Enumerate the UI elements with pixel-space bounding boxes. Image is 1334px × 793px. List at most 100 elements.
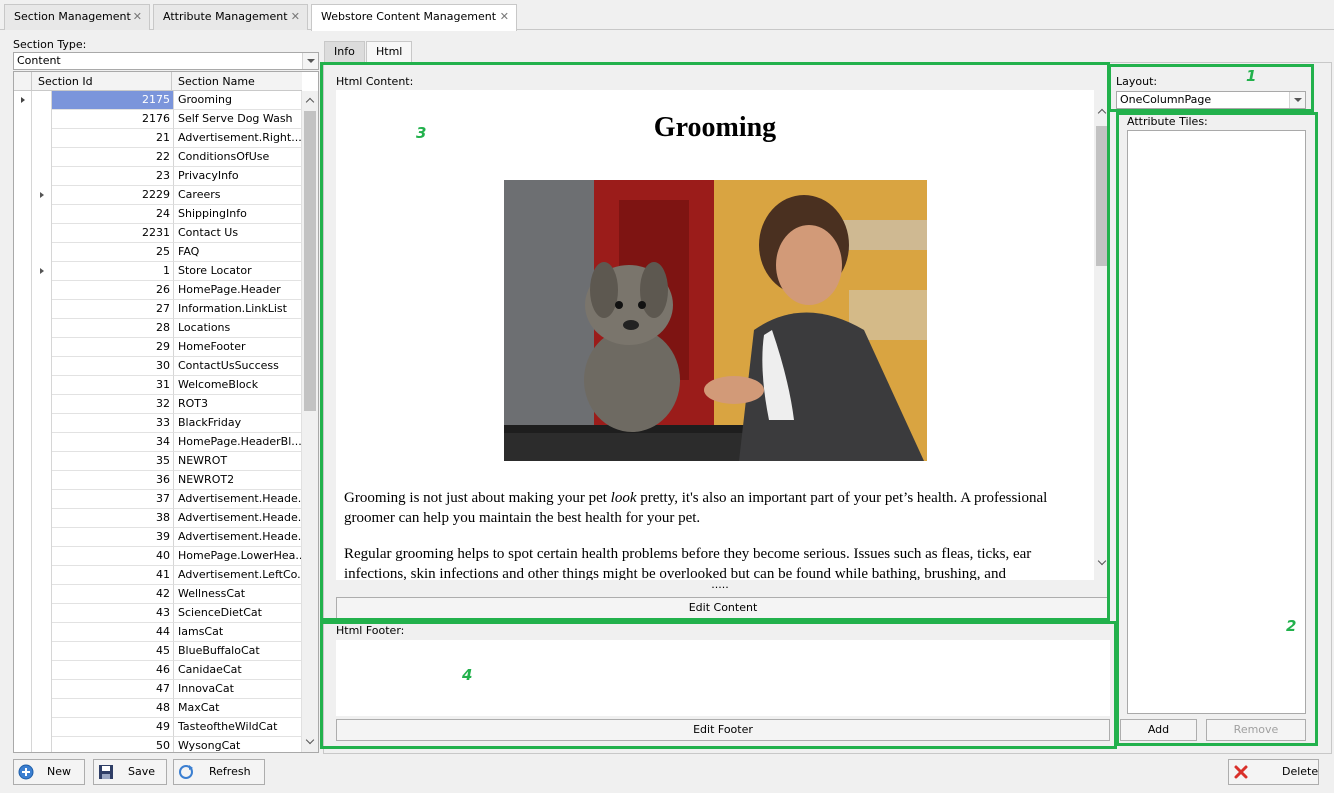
section-name-cell[interactable]: ShippingInfo xyxy=(174,205,302,224)
table-row[interactable]: 24 ShippingInfo xyxy=(14,205,302,224)
table-row[interactable]: 25 FAQ xyxy=(14,243,302,262)
section-name-cell[interactable]: NEWROT2 xyxy=(174,471,302,490)
section-name-cell[interactable]: HomePage.LowerHea... xyxy=(174,547,302,566)
table-row[interactable]: 31 WelcomeBlock xyxy=(14,376,302,395)
close-icon[interactable]: ✕ xyxy=(133,5,142,29)
column-header-section-name[interactable]: Section Name xyxy=(174,72,255,91)
section-id-cell[interactable]: 22 xyxy=(52,148,174,167)
section-name-cell[interactable]: Advertisement.Heade... xyxy=(174,490,302,509)
delete-button[interactable]: Delete xyxy=(1228,759,1319,785)
section-id-cell[interactable]: 2175 xyxy=(52,91,174,110)
section-id-cell[interactable]: 21 xyxy=(52,129,174,148)
section-name-cell[interactable]: HomePage.HeaderBl... xyxy=(174,433,302,452)
section-id-cell[interactable]: 49 xyxy=(52,718,174,737)
section-name-cell[interactable]: Advertisement.Heade... xyxy=(174,509,302,528)
section-id-cell[interactable]: 34 xyxy=(52,433,174,452)
section-id-cell[interactable]: 40 xyxy=(52,547,174,566)
section-id-cell[interactable]: 37 xyxy=(52,490,174,509)
table-row[interactable]: 39 Advertisement.Heade... xyxy=(14,528,302,547)
section-name-cell[interactable]: WellnessCat xyxy=(174,585,302,604)
section-name-cell[interactable]: Advertisement.Heade... xyxy=(174,528,302,547)
chevron-down-icon[interactable] xyxy=(303,735,317,749)
expand-toggle[interactable] xyxy=(32,91,52,110)
table-row[interactable]: 21 Advertisement.Right... xyxy=(14,129,302,148)
section-id-cell[interactable]: 32 xyxy=(52,395,174,414)
section-id-cell[interactable]: 25 xyxy=(52,243,174,262)
section-id-cell[interactable]: 24 xyxy=(52,205,174,224)
section-id-cell[interactable]: 26 xyxy=(52,281,174,300)
section-name-cell[interactable]: CanidaeCat xyxy=(174,661,302,680)
table-row[interactable]: 44 IamsCat xyxy=(14,623,302,642)
scrollbar-thumb[interactable] xyxy=(304,111,316,411)
chevron-down-icon[interactable] xyxy=(302,53,318,69)
table-row[interactable]: 2175 Grooming xyxy=(14,91,302,110)
section-name-cell[interactable]: HomeFooter xyxy=(174,338,302,357)
table-row[interactable]: 26 HomePage.Header xyxy=(14,281,302,300)
table-row[interactable]: 42 WellnessCat xyxy=(14,585,302,604)
refresh-button[interactable]: Refresh xyxy=(173,759,265,785)
expand-toggle[interactable] xyxy=(32,186,52,205)
table-row[interactable]: 2229 Careers xyxy=(14,186,302,205)
table-row[interactable]: 28 Locations xyxy=(14,319,302,338)
section-id-cell[interactable]: 46 xyxy=(52,661,174,680)
section-id-cell[interactable]: 38 xyxy=(52,509,174,528)
section-name-cell[interactable]: ConditionsOfUse xyxy=(174,148,302,167)
section-id-cell[interactable]: 23 xyxy=(52,167,174,186)
section-name-cell[interactable]: WysongCat xyxy=(174,737,302,752)
chevron-up-icon[interactable] xyxy=(303,93,317,107)
section-id-cell[interactable]: 27 xyxy=(52,300,174,319)
section-id-cell[interactable]: 43 xyxy=(52,604,174,623)
table-row[interactable]: 43 ScienceDietCat xyxy=(14,604,302,623)
section-name-cell[interactable]: ROT3 xyxy=(174,395,302,414)
section-name-cell[interactable]: IamsCat xyxy=(174,623,302,642)
table-row[interactable]: 33 BlackFriday xyxy=(14,414,302,433)
section-id-cell[interactable]: 41 xyxy=(52,566,174,585)
section-name-cell[interactable]: Advertisement.LeftCo... xyxy=(174,566,302,585)
table-row[interactable]: 30 ContactUsSuccess xyxy=(14,357,302,376)
tab-webstore-content-management[interactable]: Webstore Content Management ✕ xyxy=(311,4,517,31)
close-icon[interactable]: ✕ xyxy=(291,5,300,29)
table-row[interactable]: 32 ROT3 xyxy=(14,395,302,414)
section-id-cell[interactable]: 36 xyxy=(52,471,174,490)
section-name-cell[interactable]: FAQ xyxy=(174,243,302,262)
section-id-cell[interactable]: 48 xyxy=(52,699,174,718)
section-name-cell[interactable]: ContactUsSuccess xyxy=(174,357,302,376)
section-type-select[interactable]: Content xyxy=(13,52,319,70)
table-row[interactable]: 27 Information.LinkList xyxy=(14,300,302,319)
section-name-cell[interactable]: HomePage.Header xyxy=(174,281,302,300)
expand-toggle[interactable] xyxy=(32,262,52,281)
section-id-cell[interactable]: 50 xyxy=(52,737,174,752)
section-id-cell[interactable]: 35 xyxy=(52,452,174,471)
section-name-cell[interactable]: WelcomeBlock xyxy=(174,376,302,395)
section-id-cell[interactable]: 39 xyxy=(52,528,174,547)
section-id-cell[interactable]: 33 xyxy=(52,414,174,433)
table-row[interactable]: 41 Advertisement.LeftCo... xyxy=(14,566,302,585)
table-row[interactable]: 2176 Self Serve Dog Wash xyxy=(14,110,302,129)
section-id-cell[interactable]: 42 xyxy=(52,585,174,604)
section-id-cell[interactable]: 2176 xyxy=(52,110,174,129)
table-row[interactable]: 40 HomePage.LowerHea... xyxy=(14,547,302,566)
table-row[interactable]: 36 NEWROT2 xyxy=(14,471,302,490)
section-name-cell[interactable]: PrivacyInfo xyxy=(174,167,302,186)
section-name-cell[interactable]: Locations xyxy=(174,319,302,338)
table-row[interactable]: 38 Advertisement.Heade... xyxy=(14,509,302,528)
table-row[interactable]: 35 NEWROT xyxy=(14,452,302,471)
table-row[interactable]: 46 CanidaeCat xyxy=(14,661,302,680)
section-name-cell[interactable]: Information.LinkList xyxy=(174,300,302,319)
section-name-cell[interactable]: Store Locator xyxy=(174,262,302,281)
section-name-cell[interactable]: MaxCat xyxy=(174,699,302,718)
section-id-cell[interactable]: 47 xyxy=(52,680,174,699)
table-row[interactable]: 1 Store Locator xyxy=(14,262,302,281)
section-id-cell[interactable]: 45 xyxy=(52,642,174,661)
table-row[interactable]: 47 InnovaCat xyxy=(14,680,302,699)
tab-section-management[interactable]: Section Management ✕ xyxy=(4,4,150,30)
tab-attribute-management[interactable]: Attribute Management ✕ xyxy=(153,4,308,30)
section-name-cell[interactable]: Grooming xyxy=(174,91,302,110)
table-row[interactable]: 22 ConditionsOfUse xyxy=(14,148,302,167)
section-name-cell[interactable]: TasteoftheWildCat xyxy=(174,718,302,737)
table-row[interactable]: 2231 Contact Us xyxy=(14,224,302,243)
table-row[interactable]: 23 PrivacyInfo xyxy=(14,167,302,186)
section-name-cell[interactable]: Self Serve Dog Wash xyxy=(174,110,302,129)
table-row[interactable]: 29 HomeFooter xyxy=(14,338,302,357)
table-row[interactable]: 48 MaxCat xyxy=(14,699,302,718)
